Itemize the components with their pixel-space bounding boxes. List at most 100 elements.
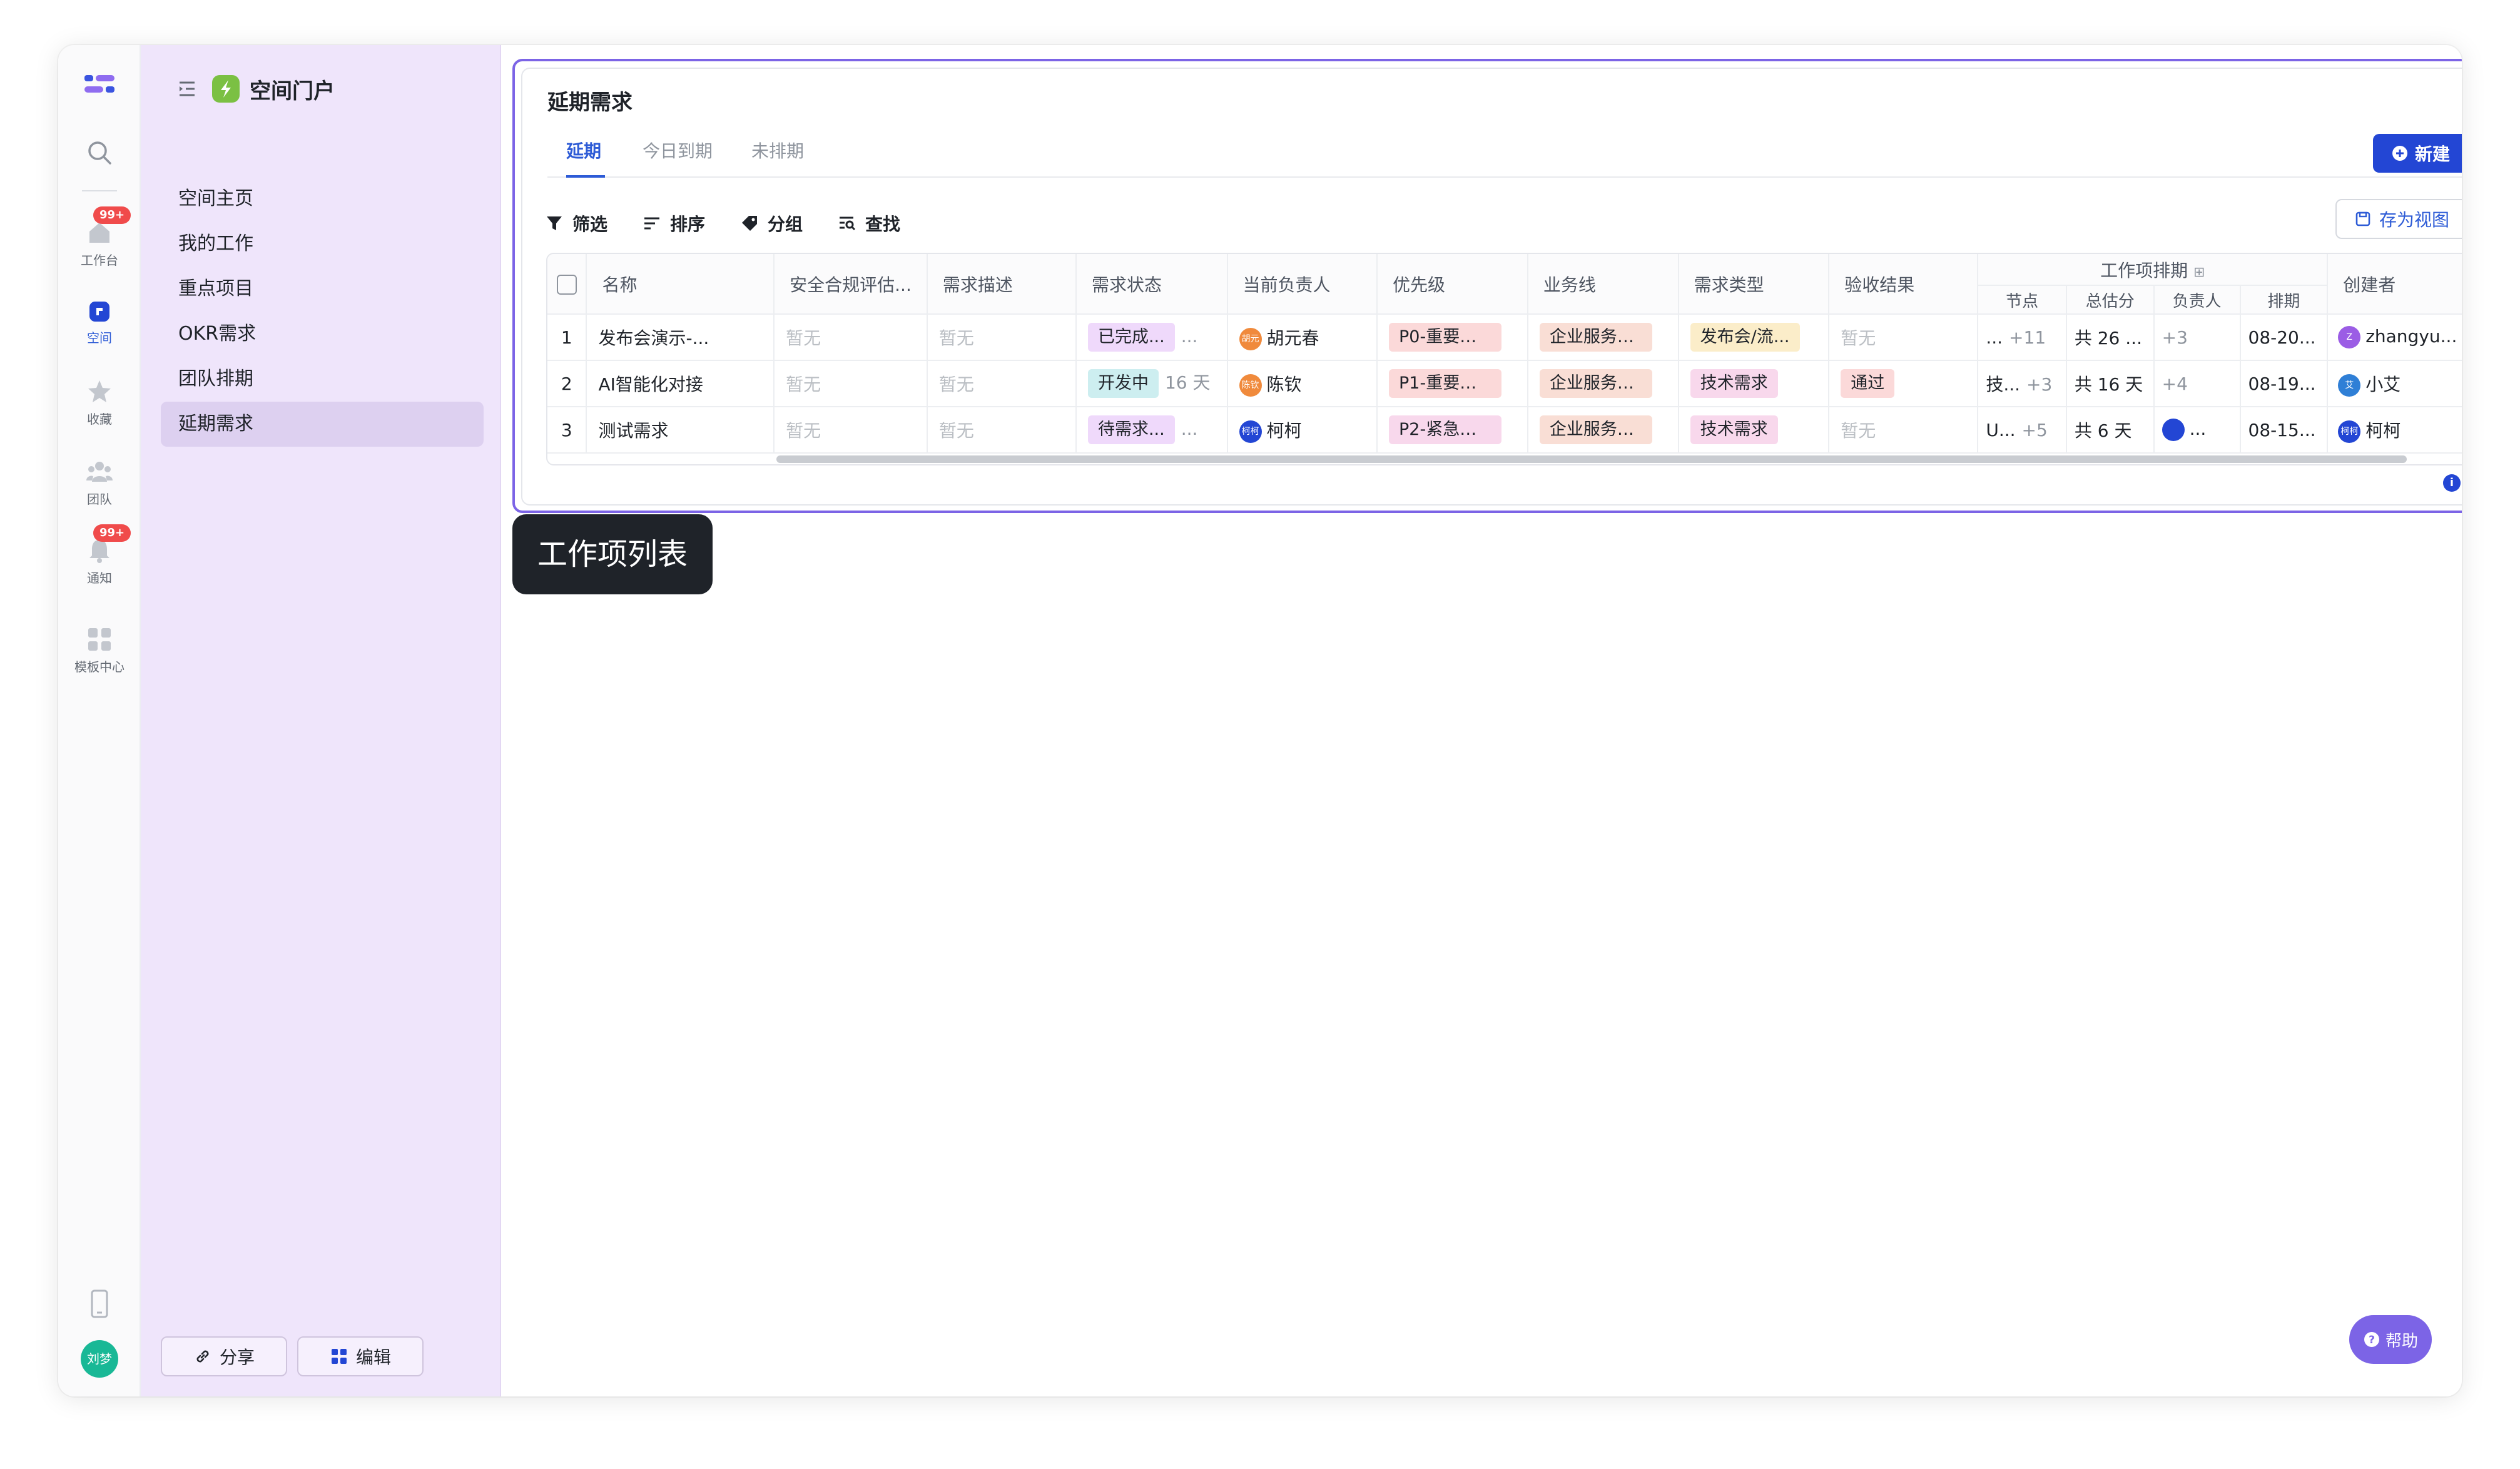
cell-type[interactable]: 技术需求	[1678, 360, 1830, 407]
save-view-button[interactable]: 存为视图	[2335, 199, 2462, 239]
cell-priority[interactable]: P2-紧急次要	[1377, 407, 1528, 454]
new-item-button[interactable]: 新建	[2373, 134, 2462, 173]
sort-button[interactable]: 排序	[643, 211, 705, 236]
sidebar-item-my-work[interactable]: 我的工作	[161, 221, 484, 267]
cell-type[interactable]: 发布会/流...	[1678, 314, 1830, 361]
cell-status[interactable]: 已完成......	[1075, 314, 1228, 361]
column-header-type[interactable]: 需求类型	[1678, 254, 1830, 315]
sidebar-item-okr[interactable]: OKR需求	[161, 312, 484, 357]
filter-icon	[547, 216, 562, 230]
app-logo[interactable]	[58, 68, 141, 103]
cell-acceptance[interactable]: 通过	[1829, 360, 1979, 407]
table-row[interactable]: 3 测试需求 暂无 暂无 待需求...... 柯柯 柯柯 P2-紧急次要 企业服务…	[547, 407, 2462, 454]
cell-estimate[interactable]: 共 16 天	[2066, 360, 2155, 407]
cell-date[interactable]: 08-20...	[2240, 314, 2329, 361]
cell-creator[interactable]: Zzhangyu...	[2327, 314, 2462, 361]
table-row[interactable]: 2 AI智能化对接 暂无 暂无 开发中 16 天 陈钦 陈钦 P1-重要不... 企…	[547, 360, 2462, 407]
cell-creator[interactable]: 柯柯 柯柯	[2327, 407, 2462, 454]
select-all-cell[interactable]	[547, 254, 587, 315]
creator-name: zhangyu...	[2365, 326, 2457, 347]
column-header-assignee[interactable]: 负责人	[2153, 285, 2241, 315]
column-group-schedule[interactable]: 工作项排期 ⊞	[1978, 254, 2329, 286]
rail-label: 空间	[87, 330, 112, 345]
collapse-sidebar-icon[interactable]	[176, 78, 198, 100]
sidebar-item-space-home[interactable]: 空间主页	[161, 176, 484, 221]
column-header-name[interactable]: 名称	[586, 254, 775, 315]
cell-owner[interactable]: 陈钦 陈钦	[1227, 360, 1378, 407]
cell-desc[interactable]: 暂无	[927, 360, 1077, 407]
cell-desc[interactable]: 暂无	[927, 407, 1077, 454]
rail-item-favorites[interactable]: 收藏	[58, 378, 141, 427]
save-view-label: 存为视图	[2379, 210, 2449, 230]
column-header-acceptance[interactable]: 验收结果	[1829, 254, 1979, 315]
group-button[interactable]: 分组	[740, 211, 803, 236]
cell-type[interactable]: 技术需求	[1678, 407, 1830, 454]
cell-assignee[interactable]: ...	[2153, 407, 2241, 454]
cell-status[interactable]: 待需求......	[1075, 407, 1228, 454]
table-row[interactable]: 1 发布会演示-... 暂无 暂无 已完成...... 胡元 胡元春 P0-重要紧…	[547, 314, 2462, 361]
cell-assignee[interactable]: +4	[2153, 360, 2241, 407]
cell-name[interactable]: 测试需求	[586, 407, 775, 454]
column-header-owner[interactable]: 当前负责人	[1227, 254, 1378, 315]
column-header-desc[interactable]: 需求描述	[927, 254, 1077, 315]
column-header-priority[interactable]: 优先级	[1377, 254, 1528, 315]
cell-date[interactable]: 08-19...	[2240, 360, 2329, 407]
mobile-button[interactable]	[58, 1289, 141, 1319]
cell-node[interactable]: U... +5	[1978, 407, 2067, 454]
cell-name[interactable]: 发布会演示-...	[586, 314, 775, 361]
cell-priority[interactable]: P1-重要不...	[1377, 360, 1528, 407]
column-header-business[interactable]: 业务线	[1527, 254, 1679, 315]
cell-date[interactable]: 08-15...	[2240, 407, 2329, 454]
tab-unscheduled[interactable]: 未排期	[751, 138, 804, 163]
cell-acceptance[interactable]: 暂无	[1829, 314, 1979, 361]
cell-security[interactable]: 暂无	[774, 314, 928, 361]
tab-due-today[interactable]: 今日到期	[643, 138, 713, 163]
cell-security[interactable]: 暂无	[774, 360, 928, 407]
column-header-security[interactable]: 安全合规评估...	[774, 254, 928, 315]
cell-status[interactable]: 开发中 16 天	[1075, 360, 1228, 407]
cell-creator[interactable]: 艾小艾	[2327, 360, 2462, 407]
user-avatar[interactable]: 刘梦	[81, 1340, 118, 1378]
column-header-creator[interactable]: 创建者	[2327, 254, 2462, 315]
cell-desc[interactable]: 暂无	[927, 314, 1077, 361]
filter-button[interactable]: 筛选	[545, 211, 607, 236]
cell-estimate[interactable]: 共 6 天	[2066, 407, 2155, 454]
cell-acceptance[interactable]: 暂无	[1829, 407, 1979, 454]
search-button[interactable]	[58, 139, 141, 166]
tab-delayed[interactable]: 延期	[566, 138, 601, 163]
cell-business[interactable]: 企业服务业...	[1527, 314, 1679, 361]
cell-assignee[interactable]: +3	[2153, 314, 2241, 361]
column-header-node[interactable]: 节点	[1978, 285, 2067, 315]
cell-business[interactable]: 企业服务业...	[1527, 407, 1679, 454]
cell-node[interactable]: 技... +3	[1978, 360, 2067, 407]
cell-owner[interactable]: 胡元 胡元春	[1227, 314, 1378, 361]
column-header-status[interactable]: 需求状态	[1075, 254, 1228, 315]
cell-owner[interactable]: 柯柯 柯柯	[1227, 407, 1378, 454]
cell-node[interactable]: ... +11	[1978, 314, 2067, 361]
expand-columns-icon[interactable]: ⊞	[2193, 265, 2205, 280]
cell-estimate[interactable]: 共 26 ...	[2066, 314, 2155, 361]
sidebar-item-key-projects[interactable]: 重点项目	[161, 267, 484, 312]
select-all-checkbox[interactable]	[556, 274, 577, 295]
cell-business[interactable]: 企业服务业...	[1527, 360, 1679, 407]
edit-button[interactable]: 编辑	[297, 1336, 424, 1376]
sidebar-item-delayed[interactable]: 延期需求	[161, 402, 484, 447]
cell-name[interactable]: AI智能化对接	[586, 360, 775, 407]
column-header-date[interactable]: 排期	[2240, 285, 2329, 315]
info-icon[interactable]: i	[2443, 474, 2461, 492]
rail-item-notifications[interactable]: 通知 99+	[58, 524, 141, 586]
rail-item-templates[interactable]: 模板中心	[58, 626, 141, 675]
sidebar-item-team-schedule[interactable]: 团队排期	[161, 357, 484, 402]
horizontal-scrollbar[interactable]	[776, 455, 2407, 463]
rail-item-team[interactable]: 团队	[58, 458, 141, 507]
find-button[interactable]: 查找	[838, 211, 900, 236]
share-button[interactable]: 分享	[161, 1336, 287, 1376]
cell-priority[interactable]: P0-重要紧急	[1377, 314, 1528, 361]
rail-item-space[interactable]: 空间	[58, 299, 141, 346]
cell-security[interactable]: 暂无	[774, 407, 928, 454]
rail-item-workbench[interactable]: 工作台 99+	[58, 206, 141, 268]
business-tag: 企业服务业...	[1539, 323, 1652, 352]
column-header-estimate[interactable]: 总估分	[2066, 285, 2155, 315]
help-button[interactable]: ? 帮助	[2349, 1315, 2432, 1364]
mobile-phone-icon	[91, 1289, 108, 1318]
